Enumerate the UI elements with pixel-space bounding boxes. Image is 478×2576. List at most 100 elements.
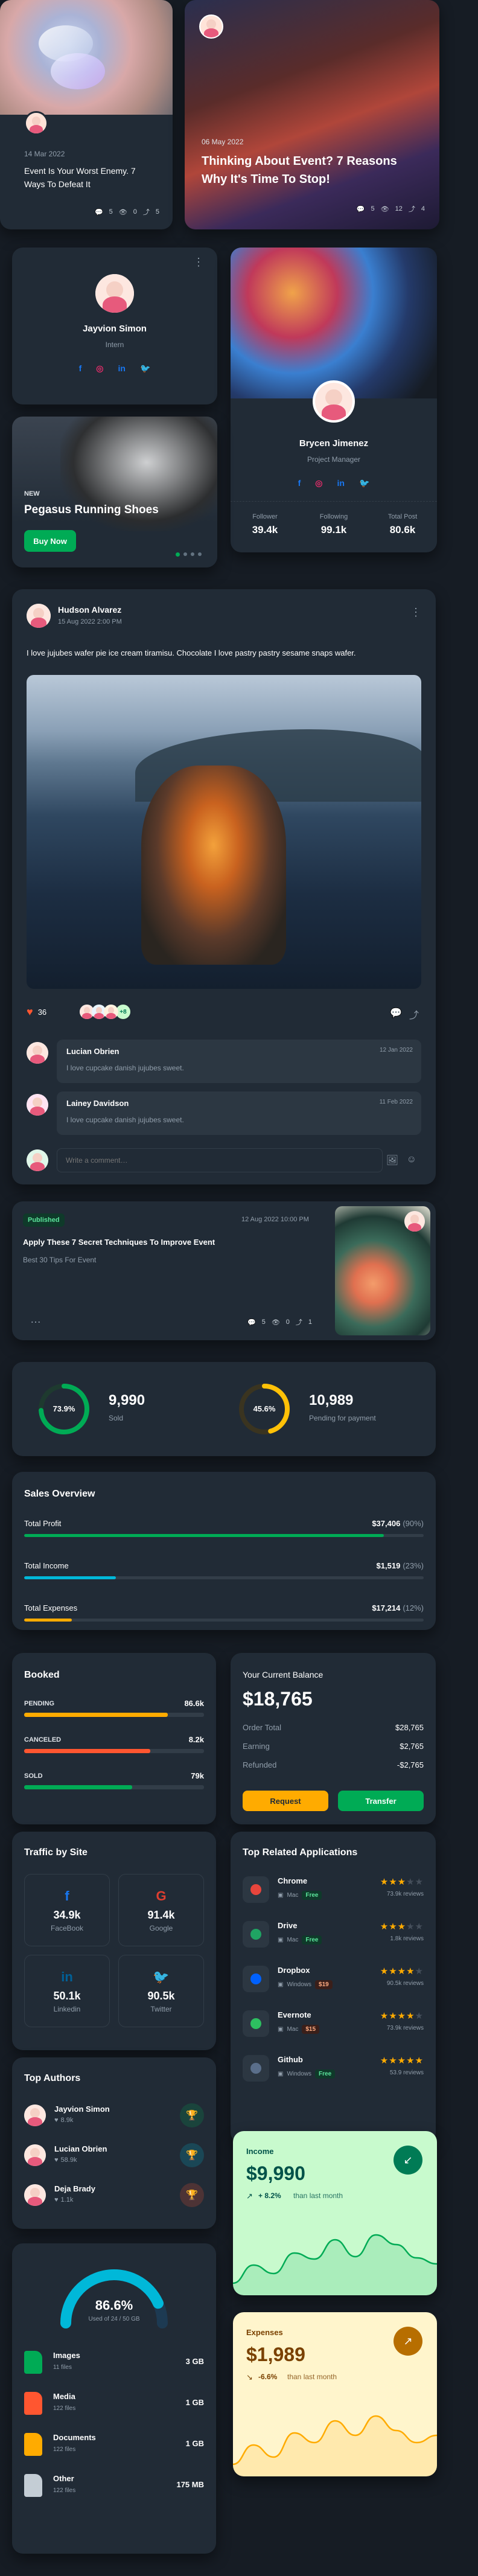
more-options-icon[interactable]: ⋮ xyxy=(193,256,204,269)
traffic-site-linkedin[interactable]: in 50.1k Linkedin xyxy=(24,1955,110,2027)
platform-icon: ▣ xyxy=(278,2026,284,2033)
booked-row: CANCELED 8.2k xyxy=(24,1735,204,1753)
balance-row: Earning $2,765 xyxy=(243,1742,424,1751)
expenses-action-icon[interactable]: ↗ xyxy=(394,2327,422,2356)
comment-input[interactable] xyxy=(57,1148,383,1172)
platform-icon: ▣ xyxy=(278,1981,284,1988)
stat-value: 39.4k xyxy=(252,524,278,535)
platform-icon: ▣ xyxy=(278,2071,284,2077)
app-platform: Mac xyxy=(287,1892,299,1899)
more-options-icon[interactable]: … xyxy=(30,1314,41,1325)
income-sparkline xyxy=(233,2234,437,2295)
post-title[interactable]: Thinking About Event? 7 Reasons Why It's… xyxy=(202,152,425,188)
app-platform: Windows xyxy=(287,1981,312,1988)
author-avatar[interactable] xyxy=(27,604,51,628)
card-title: Booked xyxy=(24,1670,60,1680)
star-icon: ★ xyxy=(380,1922,389,1932)
star-icon: ★ xyxy=(406,1922,415,1932)
facebook-icon[interactable]: f xyxy=(298,478,301,488)
expenses-delta: -6.6% xyxy=(258,2373,278,2381)
instagram-icon[interactable]: ◎ xyxy=(315,478,322,488)
traffic-site-facebook[interactable]: f 34.9k FaceBook xyxy=(24,1874,110,1946)
carousel-dots[interactable] xyxy=(176,552,202,557)
traffic-site-google[interactable]: G 91.4k Google xyxy=(118,1874,204,1946)
sales-amount-group: $1,519 (23%) xyxy=(377,1561,424,1570)
status-badge: Published xyxy=(23,1213,65,1227)
more-options-icon[interactable]: ⋮ xyxy=(410,606,421,619)
linkedin-icon[interactable]: in xyxy=(337,478,345,488)
booked-value: 86.6k xyxy=(184,1699,204,1708)
star-icon: ★ xyxy=(397,2056,407,2066)
storage-item[interactable]: Media 122 files 1 GB xyxy=(24,2388,204,2429)
storage-item[interactable]: Other 122 files 175 MB xyxy=(24,2470,204,2511)
author-avatar[interactable] xyxy=(199,14,223,39)
comment-author: Lucian Obrien xyxy=(66,1047,119,1056)
sales-label: Total Profit xyxy=(24,1519,62,1528)
balance-amount: $18,765 xyxy=(243,1688,313,1710)
top-authors: Top Authors Jayvion Simon ♥ 8.9k 🏆 Lucian Ob… xyxy=(12,2057,216,2229)
app-logo-shape xyxy=(250,1974,261,1984)
post-cover-image xyxy=(0,0,173,115)
like-button[interactable]: ♥ 36 xyxy=(27,1006,46,1018)
app-item[interactable]: Drive ▣ Mac Free ★★★★★ 1.8k reviews xyxy=(243,1917,424,1962)
views-count: 0 xyxy=(285,1318,290,1326)
booked-value: 8.2k xyxy=(188,1735,204,1744)
sparkline-area xyxy=(233,2235,437,2295)
traffic-site-twitter[interactable]: 🐦 90.5k Twitter xyxy=(118,1955,204,2027)
app-reviews: 53.9 reviews xyxy=(389,2069,424,2076)
app-meta: ▣ Mac Free xyxy=(278,1891,322,1900)
linkedin-icon[interactable]: in xyxy=(118,363,126,374)
app-item[interactable]: Chrome ▣ Mac Free ★★★★★ 73.9k reviews xyxy=(243,1873,424,1917)
request-button[interactable]: Request xyxy=(243,1791,328,1811)
user-name: Jayvion Simon xyxy=(83,324,147,334)
expenses-label: Expenses xyxy=(246,2328,283,2337)
comment-icon: 💬 xyxy=(247,1318,256,1326)
booked-row: SOLD 79k xyxy=(24,1771,204,1789)
author-item[interactable]: Deja Brady ♥ 1.1k 🏆 xyxy=(24,2182,204,2222)
user-stats: Follower 39.4k Following 99.1k Total Pos… xyxy=(231,513,437,536)
facebook-icon[interactable]: f xyxy=(79,363,82,374)
share-icon[interactable]: ⤴ xyxy=(409,1007,419,1021)
app-item[interactable]: Evernote ▣ Mac $15 ★★★★★ 73.9k reviews xyxy=(243,2007,424,2051)
transfer-button[interactable]: Transfer xyxy=(338,1791,424,1811)
post-card-large[interactable]: 06 May 2022 Thinking About Event? 7 Reas… xyxy=(185,0,439,229)
post-card-small[interactable]: 14 Mar 2022 Event Is Your Worst Enemy. 7… xyxy=(0,0,173,229)
author-name[interactable]: Hudson Alvarez xyxy=(58,605,121,615)
avatar xyxy=(27,1094,48,1116)
author-avatar[interactable] xyxy=(24,111,48,135)
author-item[interactable]: Lucian Obrien ♥ 58.9k 🏆 xyxy=(24,2142,204,2182)
sales-row: Total Profit $37,406 (90%) xyxy=(24,1519,424,1537)
expenses-widget: Expenses $1,989 ↘ -6.6% than last month … xyxy=(233,2312,437,2476)
avatar xyxy=(24,2184,46,2206)
trophy-icon: 🏆 xyxy=(180,2103,204,2127)
comments-count: 5 xyxy=(371,205,375,213)
instagram-icon[interactable]: ◎ xyxy=(96,363,103,374)
emoji-icon[interactable]: ☺ xyxy=(407,1154,416,1165)
app-logo-shape xyxy=(250,1929,261,1940)
trend-up-icon: ↗ xyxy=(246,2191,253,2200)
post-date: 15 Aug 2022 2:00 PM xyxy=(58,618,122,625)
platform-icon: ▣ xyxy=(278,1892,284,1899)
buy-now-button[interactable]: Buy Now xyxy=(24,530,76,552)
storage-item[interactable]: Images 11 files 3 GB xyxy=(24,2347,204,2388)
traffic-value: 34.9k xyxy=(53,1908,81,1921)
twitter-icon[interactable]: 🐦 xyxy=(359,478,369,488)
storage-item[interactable]: Documents 122 files 1 GB xyxy=(24,2429,204,2470)
image-upload-icon[interactable]: 🖼 xyxy=(386,1154,398,1166)
app-item[interactable]: Dropbox ▣ Windows $19 ★★★★★ 90.5k reviews xyxy=(243,1962,424,2007)
post-title[interactable]: Event Is Your Worst Enemy. 7 Ways To Def… xyxy=(24,164,151,191)
user-role: Project Manager xyxy=(307,455,361,464)
dropbox-icon xyxy=(243,1966,269,1992)
app-item[interactable]: Github ▣ Windows Free ★★★★★ 53.9 reviews xyxy=(243,2051,424,2096)
likes-count: 58.9k xyxy=(60,2156,77,2164)
income-action-icon[interactable]: ↙ xyxy=(394,2146,422,2175)
storage-size: 1 GB xyxy=(185,2398,204,2407)
author-avatar[interactable] xyxy=(404,1211,425,1232)
comment-icon[interactable]: 💬 xyxy=(390,1007,402,1019)
twitter-icon[interactable]: 🐦 xyxy=(140,363,150,374)
author-item[interactable]: Jayvion Simon ♥ 8.9k 🏆 xyxy=(24,2102,204,2142)
stat-follower: Follower 39.4k xyxy=(231,513,299,536)
sales-label: Total Expenses xyxy=(24,1603,78,1612)
article-title[interactable]: Apply These 7 Secret Techniques To Impro… xyxy=(23,1238,313,1247)
progress-bar-fill xyxy=(24,1785,132,1789)
